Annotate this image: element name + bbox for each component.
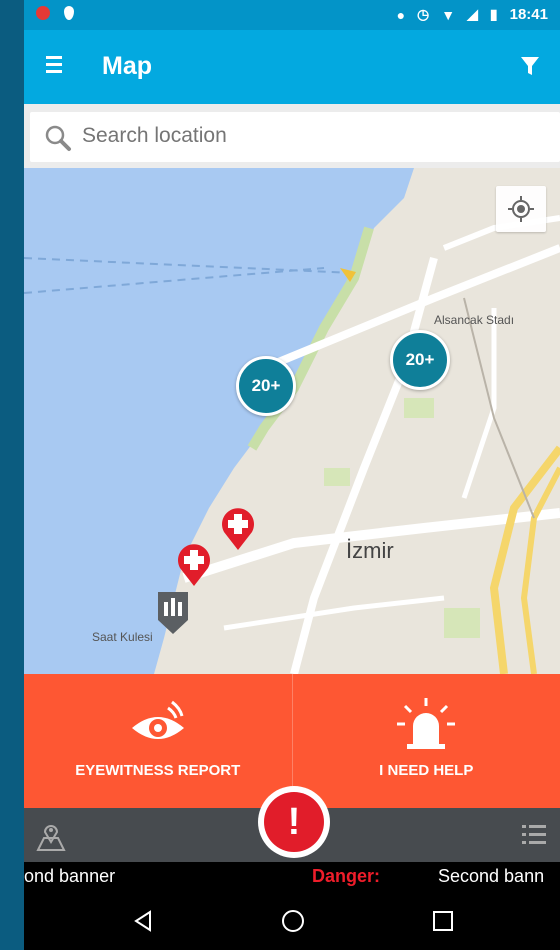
status-bar: ● ◷ ▼ ◢ ▮ 18:41 (24, 0, 560, 30)
danger-button[interactable]: ! (258, 786, 330, 858)
map-label-clock-tower: Saat Kulesi (92, 630, 153, 644)
list-icon[interactable] (520, 822, 548, 848)
eyewitness-report-label: EYEWITNESS REPORT (75, 762, 241, 779)
signal-icon: ◢ (467, 6, 478, 22)
eyewitness-report-button[interactable]: EYEWITNESS REPORT (24, 674, 292, 808)
bottom-nav: ! (24, 786, 560, 862)
app-bar: Map (24, 30, 560, 104)
ticker-text: Second bann (438, 866, 545, 886)
search-icon (45, 125, 71, 151)
eye-icon (131, 700, 184, 739)
phone-screen: ● ◷ ▼ ◢ ▮ 18:41 Map Search location 20+ … (24, 0, 560, 950)
back-icon[interactable] (130, 908, 156, 934)
map-marker-icon[interactable] (34, 822, 68, 852)
wifi-icon: ▼ (441, 6, 456, 23)
recents-icon[interactable] (430, 908, 456, 934)
search-bar (24, 104, 560, 168)
search-box (30, 112, 560, 162)
search-input[interactable] (82, 118, 542, 154)
locate-icon (508, 196, 534, 222)
notification-alert-icon (36, 6, 50, 20)
filter-icon[interactable] (518, 54, 542, 78)
map-canvas (24, 168, 560, 674)
news-ticker: ond banner Danger: Second bann (24, 862, 560, 892)
home-icon[interactable] (280, 908, 306, 934)
menu-icon[interactable] (46, 52, 74, 80)
battery-icon: ▮ (489, 6, 498, 22)
locate-button[interactable] (496, 186, 546, 232)
map-view[interactable]: 20+ 20+ Alsancak Stadı İzmir Saat Kulesi (24, 168, 560, 674)
location-icon: ● (396, 6, 406, 23)
map-label-city: İzmir (346, 538, 394, 563)
need-help-button[interactable]: I NEED HELP (291, 674, 560, 808)
landmark-marker-icon[interactable] (154, 588, 192, 636)
map-cluster[interactable]: 20+ (390, 330, 450, 390)
status-time: 18:41 (509, 6, 548, 23)
location-notification-icon (64, 6, 74, 20)
alarm-clock-icon: ◷ (417, 6, 430, 22)
left-edge-strip (0, 0, 24, 950)
alarm-icon (397, 698, 456, 749)
need-help-label: I NEED HELP (379, 762, 474, 779)
medical-marker-icon[interactable] (218, 504, 258, 552)
medical-marker-icon[interactable] (174, 540, 214, 588)
map-cluster[interactable]: 20+ (236, 356, 296, 416)
map-label-stadium: Alsancak Stadı (434, 313, 515, 327)
system-nav-bar (24, 892, 560, 950)
page-title: Map (102, 52, 152, 80)
danger-icon: ! (264, 792, 324, 852)
ticker-danger-label: Danger: (312, 866, 381, 886)
ticker-text: ond banner (24, 866, 116, 886)
